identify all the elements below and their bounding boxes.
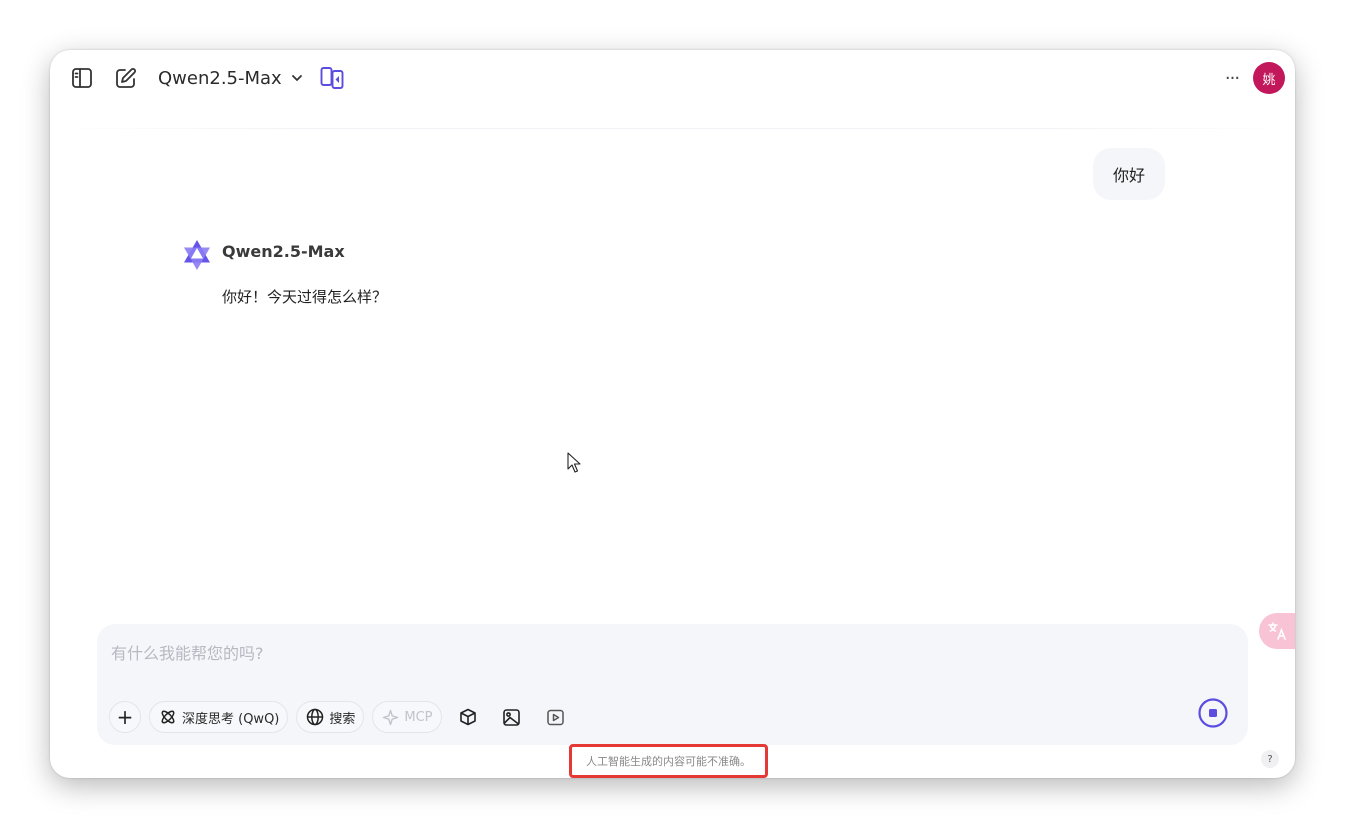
edit-icon (116, 68, 136, 88)
add-attachment-button[interactable]: + (109, 701, 141, 733)
qwen-logo-icon (184, 240, 210, 270)
cube-icon (459, 708, 476, 726)
user-avatar[interactable]: 姚 (1253, 62, 1285, 94)
web-search-toggle[interactable]: 搜索 (296, 701, 365, 733)
image-icon (503, 708, 520, 726)
sidebar-toggle-icon (72, 68, 92, 88)
mcp-label: MCP (404, 709, 433, 725)
user-message-bubble: 你好 (1092, 148, 1165, 200)
sparkle-icon (383, 709, 399, 725)
model-selector[interactable]: Qwen2.5-Max (158, 64, 304, 92)
globe-icon (307, 708, 324, 726)
sidebar-toggle-button[interactable] (69, 65, 95, 91)
more-icon: ··· (1224, 67, 1240, 89)
translate-button[interactable] (1259, 613, 1295, 649)
model-name: Qwen2.5-Max (158, 67, 282, 89)
deep-think-label: 深度思考 (QwQ) (182, 711, 280, 727)
help-icon: ? (1267, 753, 1273, 765)
stop-icon (1198, 698, 1228, 728)
video-icon (547, 709, 564, 725)
artifacts-button[interactable] (450, 701, 486, 733)
more-options-button[interactable]: ··· (1219, 65, 1245, 91)
search-label: 搜索 (329, 711, 356, 727)
video-generation-button[interactable] (538, 701, 574, 733)
chevron-down-icon (291, 75, 302, 81)
assistant-name: Qwen2.5-Max (222, 242, 345, 261)
translate-icon (1268, 622, 1286, 640)
assistant-message-text: 你好！今天过得怎么样？ (222, 288, 388, 306)
chat-window: Qwen2.5-Max ··· 姚 你好 Qwen2.5-Max 你好！今天过得… (50, 50, 1295, 778)
composer-toolbar: + 深度思考 (QwQ) 搜索 MCP (109, 700, 574, 734)
top-bar: Qwen2.5-Max ··· 姚 (50, 50, 1295, 106)
avatar-text: 姚 (1262, 72, 1276, 88)
mcp-toggle[interactable]: MCP (372, 701, 442, 733)
user-message-text: 你好 (1112, 166, 1145, 185)
atom-icon (161, 710, 175, 724)
header-divider (50, 128, 1295, 129)
help-button[interactable]: ? (1261, 750, 1279, 768)
image-generation-button[interactable] (494, 701, 530, 733)
stop-generation-button[interactable] (1198, 698, 1228, 728)
disclaimer-text: 人工智能生成的内容可能不准确。 (586, 755, 751, 768)
compare-models-button[interactable] (319, 65, 345, 91)
message-composer: + 深度思考 (QwQ) 搜索 (97, 624, 1248, 745)
mouse-pointer-icon (567, 452, 581, 473)
new-chat-button[interactable] (113, 65, 139, 91)
compare-icon (320, 67, 344, 89)
ai-disclaimer: 人工智能生成的内容可能不准确。 (569, 744, 768, 778)
deep-think-toggle[interactable]: 深度思考 (QwQ) (149, 701, 289, 733)
plus-icon: + (116, 705, 134, 729)
message-input[interactable] (111, 640, 1211, 666)
